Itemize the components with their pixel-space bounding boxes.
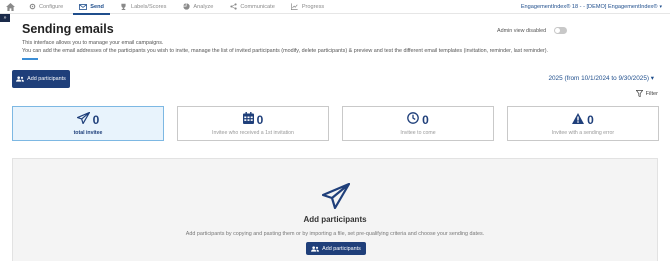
filter-label: Filter xyxy=(645,90,658,97)
paper-plane-icon xyxy=(76,111,90,129)
empty-state-panel: Add participants Add participants by cop… xyxy=(12,158,658,261)
tab-analyze-label: Analyze xyxy=(193,3,214,10)
clock-icon xyxy=(407,111,420,129)
tab-send[interactable]: Send xyxy=(71,0,112,15)
admin-view-toggle-row: Admin view disabled xyxy=(497,27,568,34)
stat-card-first-invitation[interactable]: 0 Invitee who received a 1st invitation xyxy=(177,106,329,141)
add-participants-label: Add participants xyxy=(27,76,66,82)
stat-label: total invitee xyxy=(73,130,103,136)
add-participants-button[interactable]: Add participants xyxy=(306,242,366,255)
stat-label: Invitee who received a 1st invitation xyxy=(212,130,294,136)
filter-button[interactable]: Filter xyxy=(635,90,658,97)
users-icon xyxy=(16,76,25,82)
tab-progress-label: Progress xyxy=(301,3,325,10)
share-icon xyxy=(229,3,237,11)
description-line-1: This interface allows you to manage your… xyxy=(22,40,164,46)
add-participants-button[interactable]: Add participants xyxy=(12,70,70,88)
tab-configure[interactable]: Configure xyxy=(20,0,71,14)
admin-view-toggle[interactable] xyxy=(554,27,568,34)
stat-value: 0 xyxy=(256,113,264,127)
period-selector[interactable]: 2025 (from 10/1/2024 to 9/30/2025) ▾ xyxy=(548,74,654,82)
stat-label: Invitee to come xyxy=(400,130,436,136)
home-button[interactable] xyxy=(0,0,20,14)
home-icon xyxy=(5,2,15,11)
stat-card-to-come[interactable]: 0 Invitee to come xyxy=(342,106,494,141)
tab-labels-scores[interactable]: Labels/Scores xyxy=(112,0,174,14)
mail-icon xyxy=(79,3,88,11)
description-line-2: You can add the email addresses of the p… xyxy=(22,48,549,54)
calendar-icon xyxy=(242,111,254,129)
period-label: 2025 (from 10/1/2024 to 9/30/2025) xyxy=(548,75,649,82)
chart-pie-icon xyxy=(182,3,190,11)
stat-card-total-invitee[interactable]: 0 total invitee xyxy=(12,106,164,141)
stat-label: Invitee with a sending error xyxy=(551,130,615,136)
stat-value: 0 xyxy=(92,113,100,127)
tab-analyze[interactable]: Analyze xyxy=(174,0,221,14)
page-title: Sending emails xyxy=(22,22,114,36)
org-label: EngagementIndex® 18 - - [DEMO] Engagemen… xyxy=(520,4,658,10)
chevron-down-icon: ▾ xyxy=(650,75,654,82)
gear-icon xyxy=(28,3,36,11)
org-selector[interactable]: EngagementIndex® 18 - - [DEMO] Engagemen… xyxy=(521,0,662,14)
warning-icon xyxy=(572,111,585,129)
empty-state-title: Add participants xyxy=(303,215,367,224)
section-underline xyxy=(22,58,38,60)
tab-labels-scores-label: Labels/Scores xyxy=(130,3,167,10)
stat-card-sending-error[interactable]: 0 Invitee with a sending error xyxy=(507,106,659,141)
paper-plane-icon xyxy=(321,182,351,214)
tab-progress[interactable]: Progress xyxy=(283,0,332,14)
stat-value: 0 xyxy=(422,113,429,127)
top-nav: Configure Send Labels/Scores Analyze Com… xyxy=(0,0,670,15)
double-chevron-right-icon: » xyxy=(3,15,7,21)
add-participants-label: Add participants xyxy=(322,245,361,252)
funnel-icon xyxy=(635,90,643,97)
empty-state-subtitle: Add participants by copying and pasting … xyxy=(185,231,485,237)
tab-configure-label: Configure xyxy=(39,3,64,10)
admin-view-label: Admin view disabled xyxy=(497,27,547,34)
stat-value: 0 xyxy=(587,113,594,127)
tab-communicate-label: Communicate xyxy=(240,3,275,10)
users-icon xyxy=(311,245,320,252)
line-chart-icon xyxy=(291,3,299,11)
sidebar-toggle[interactable]: » xyxy=(0,14,10,22)
trophy-icon xyxy=(120,3,128,11)
chevron-down-icon: ▾ xyxy=(659,4,662,10)
tab-send-label: Send xyxy=(90,3,104,10)
tab-communicate[interactable]: Communicate xyxy=(221,0,283,14)
